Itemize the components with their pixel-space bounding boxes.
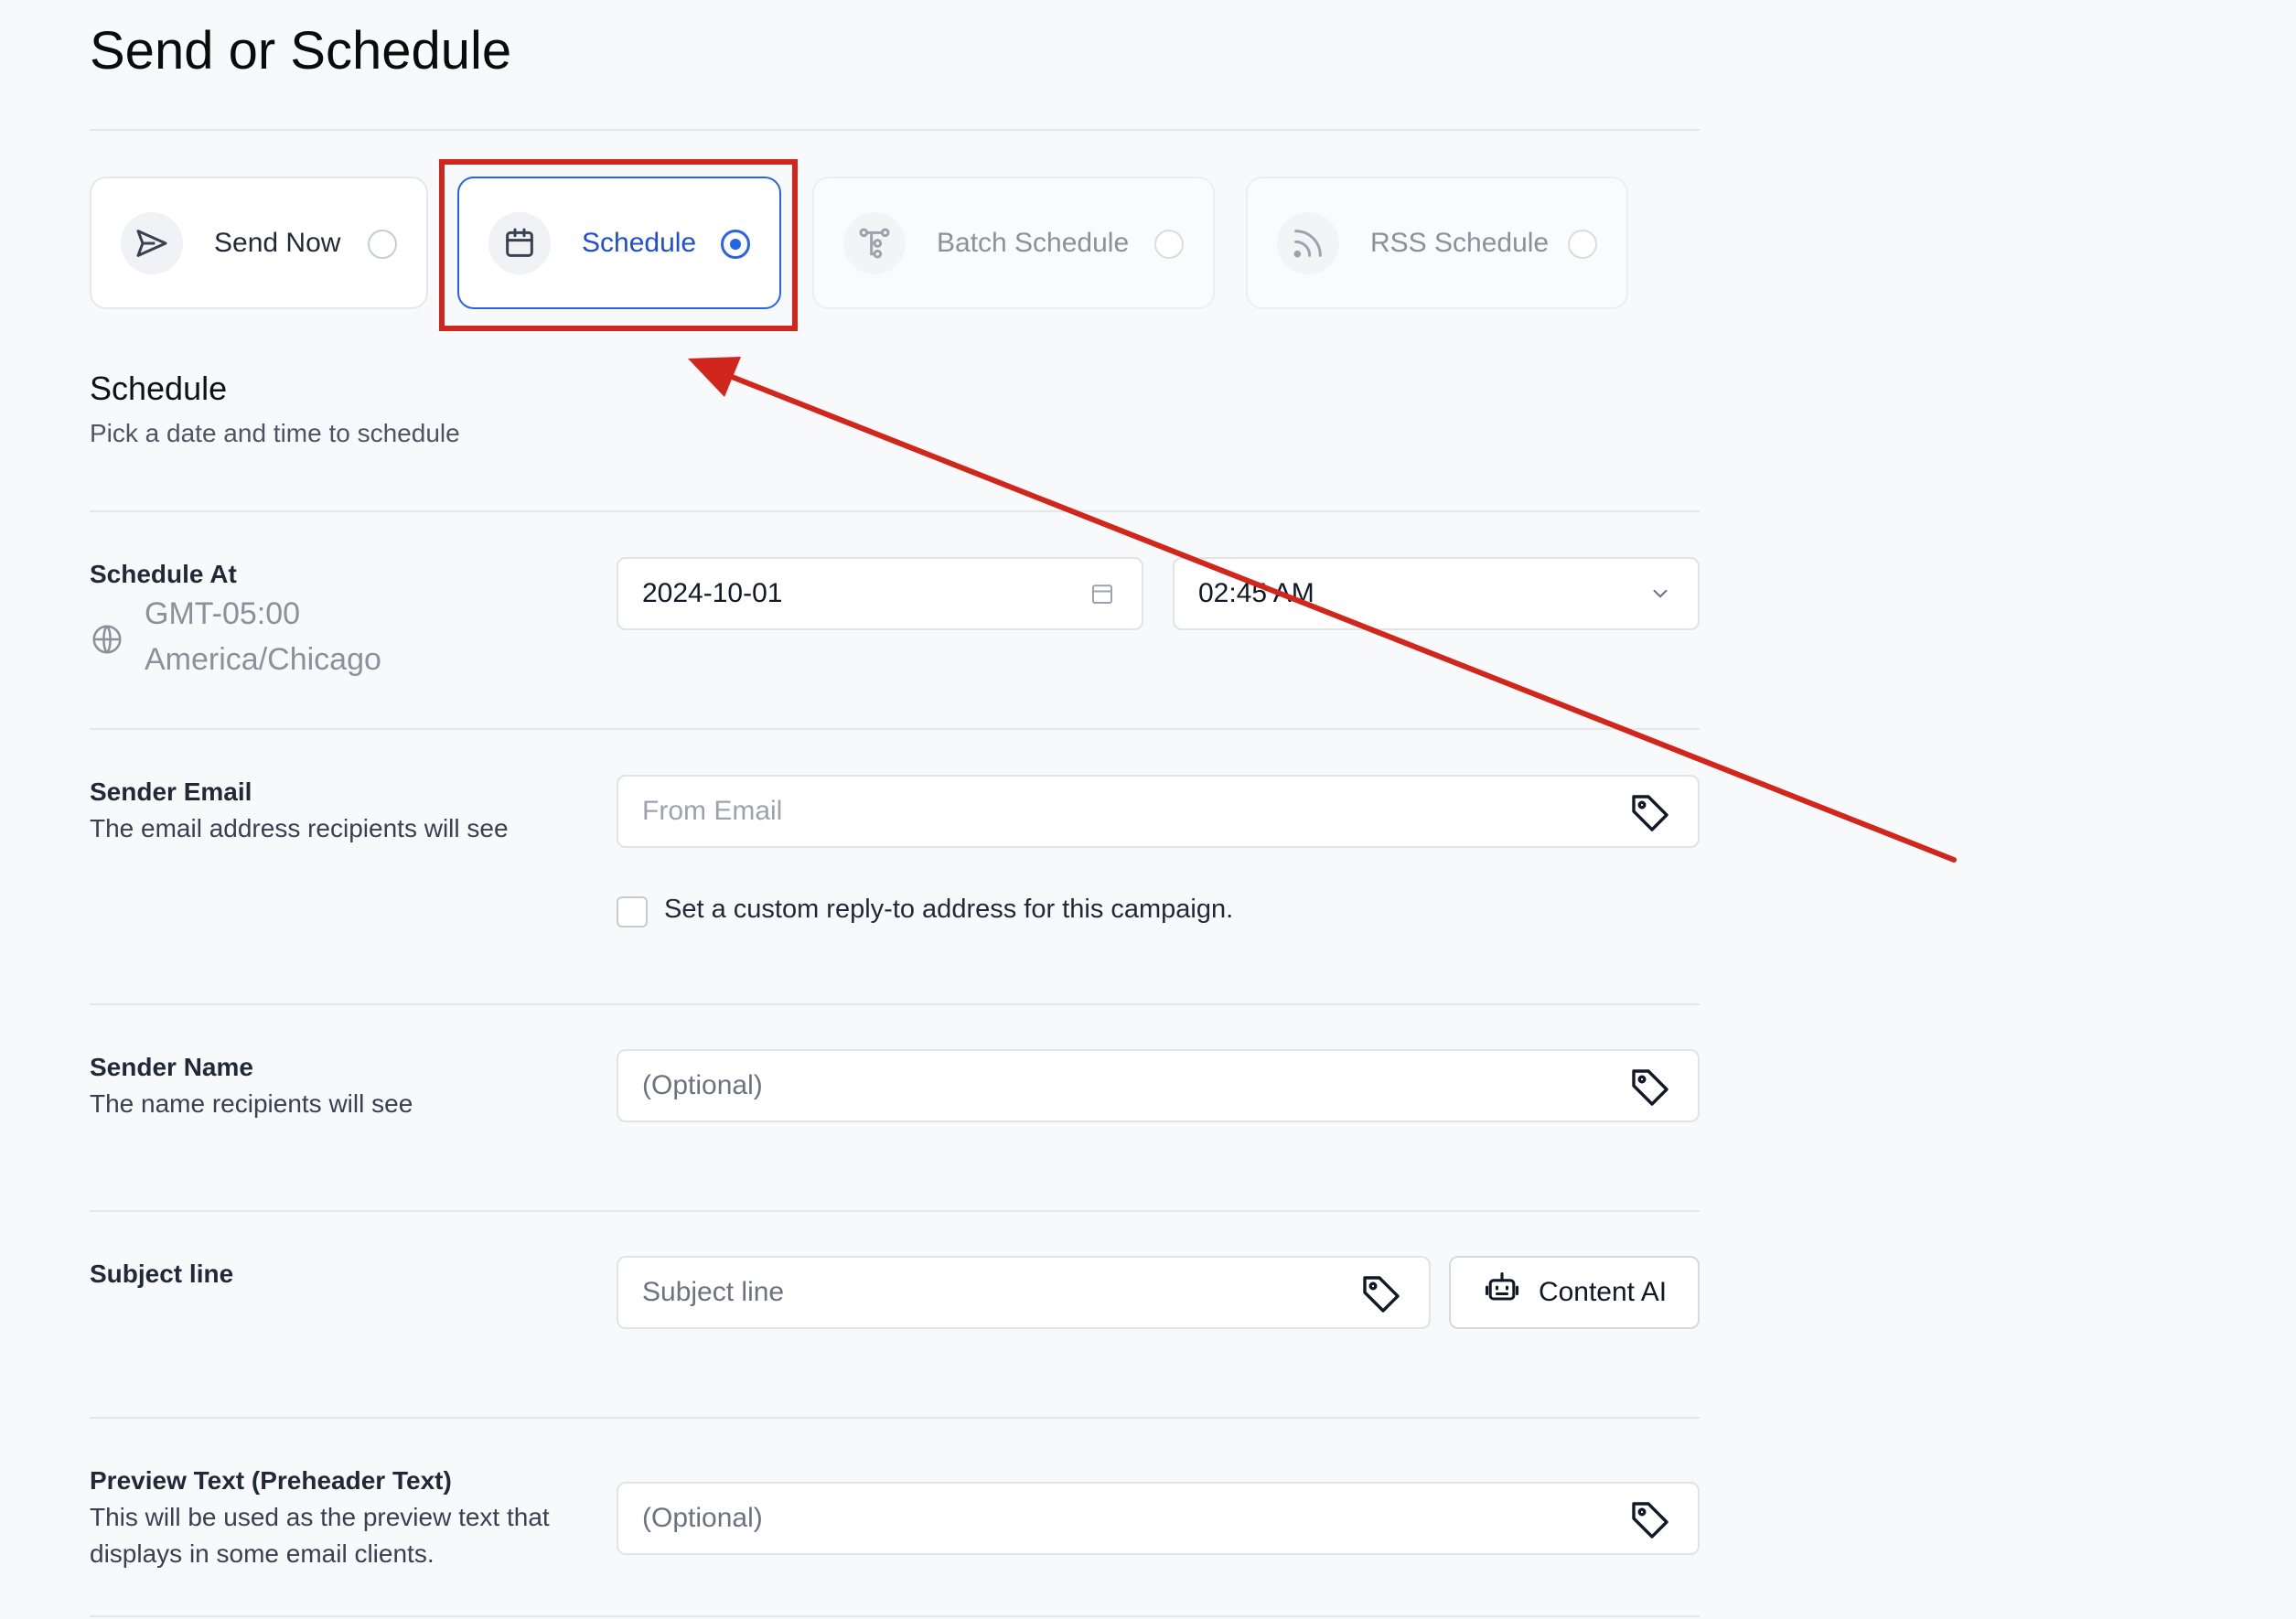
annotation-arrow: [688, 357, 1957, 863]
